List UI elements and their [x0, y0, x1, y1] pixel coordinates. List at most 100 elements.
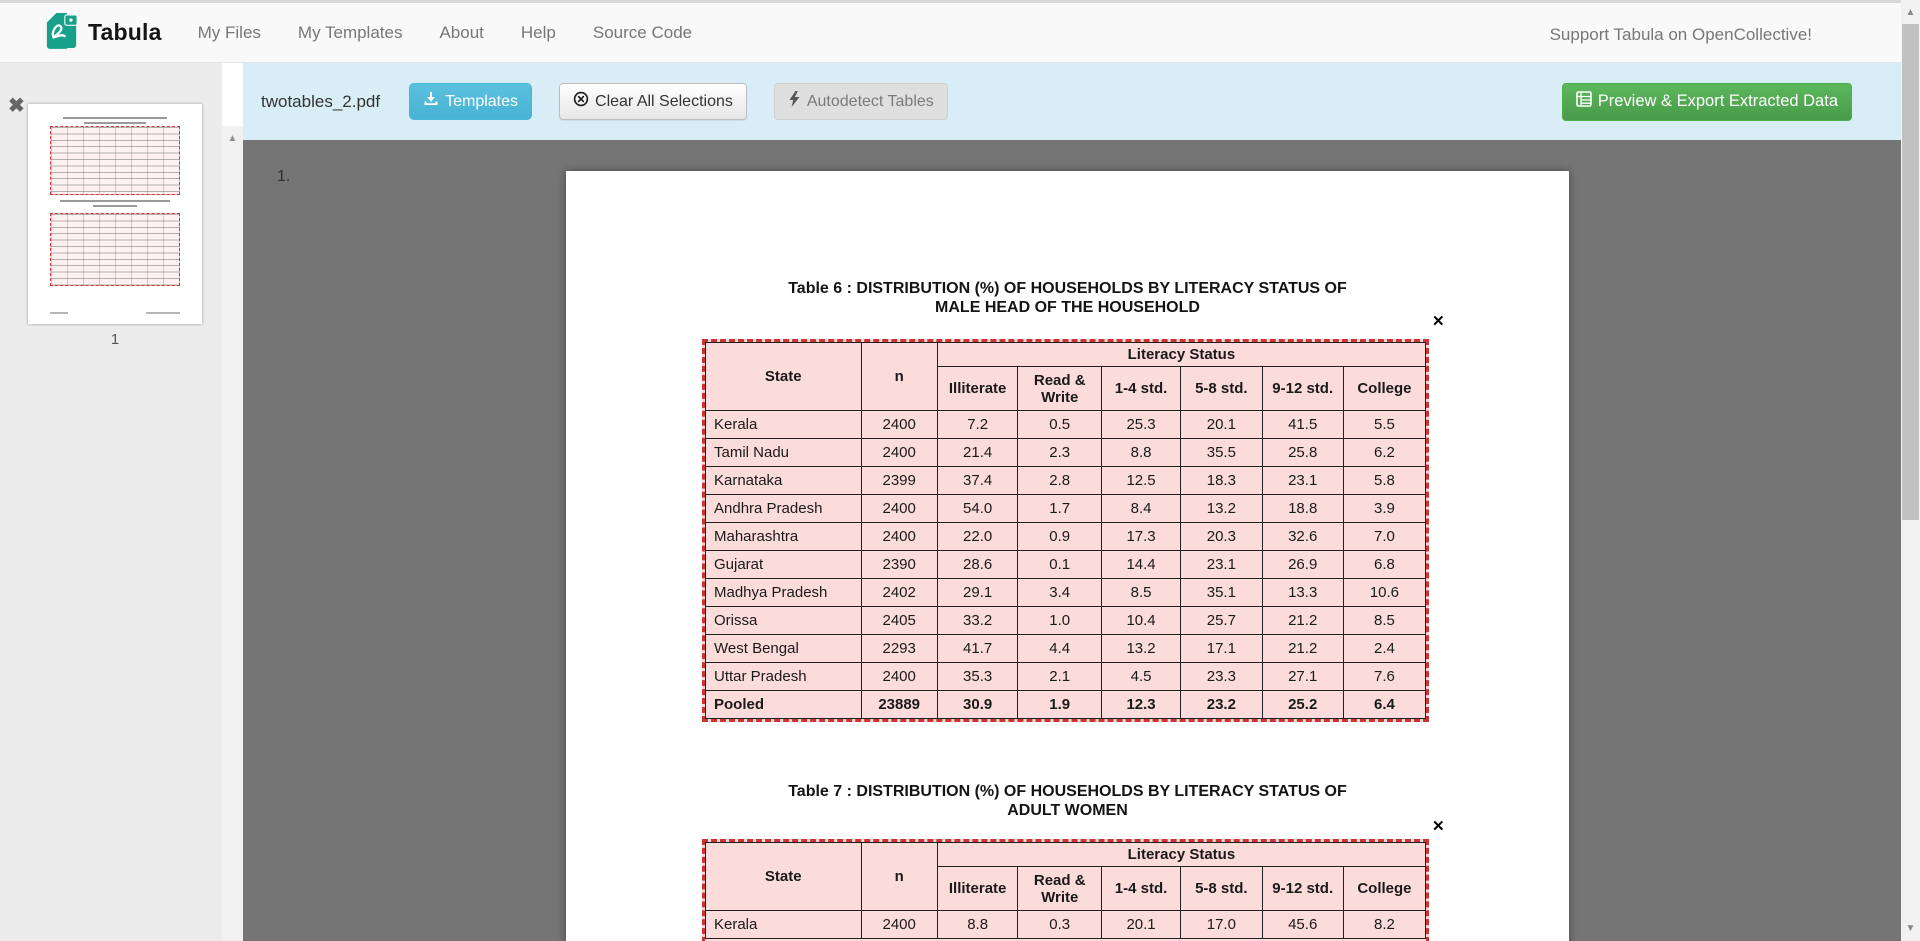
- value-cell: 22.0: [937, 523, 1018, 551]
- value-cell: 6.2: [1343, 439, 1425, 467]
- nav-my-templates[interactable]: My Templates: [298, 23, 403, 43]
- nav-links: My Files My Templates About Help Source …: [198, 23, 729, 43]
- value-cell: 27.1: [1262, 663, 1343, 691]
- state-cell: Maharashtra: [706, 523, 862, 551]
- value-cell: 35.3: [937, 663, 1018, 691]
- nav-source-code[interactable]: Source Code: [593, 23, 692, 43]
- value-cell: 8.8: [937, 911, 1018, 939]
- value-cell: 12.3: [1101, 691, 1180, 719]
- table7-col-header: College: [1343, 867, 1425, 911]
- support-link[interactable]: Support Tabula on OpenCollective!: [1550, 3, 1812, 66]
- value-cell: 2405: [861, 607, 937, 635]
- mini-title-line: [93, 205, 137, 207]
- pdf-page[interactable]: Table 6 : DISTRIBUTION (%) OF HOUSEHOLDS…: [566, 171, 1569, 941]
- table-row: Madhya Pradesh240229.13.48.535.113.310.6: [706, 579, 1426, 607]
- page-thumbnail[interactable]: [28, 104, 202, 324]
- value-cell: 0.3: [1018, 911, 1102, 939]
- clear-all-selections-button[interactable]: Clear All Selections: [559, 83, 747, 120]
- templates-button[interactable]: Templates: [409, 83, 532, 120]
- value-cell: 8.2: [1343, 911, 1425, 939]
- state-cell: Gujarat: [706, 551, 862, 579]
- autodetect-button-label: Autodetect Tables: [807, 93, 934, 111]
- state-cell: West Bengal: [706, 635, 862, 663]
- value-cell: 0.9: [1018, 523, 1102, 551]
- table-row: Uttar Pradesh240035.32.14.523.327.17.6: [706, 663, 1426, 691]
- value-cell: 25.2: [1262, 691, 1343, 719]
- table6-header-state: State: [706, 343, 862, 411]
- value-cell: 2.1: [1018, 663, 1102, 691]
- state-cell: Uttar Pradesh: [706, 663, 862, 691]
- flash-icon: [788, 91, 807, 112]
- value-cell: 5.5: [1343, 411, 1425, 439]
- mini-selection-table6: [50, 126, 180, 195]
- table6-header-n: n: [861, 343, 937, 411]
- nav-help[interactable]: Help: [521, 23, 556, 43]
- table7-header-state: State: [706, 843, 862, 911]
- value-cell: 2.8: [1018, 467, 1102, 495]
- table-row: Kerala24008.80.320.117.045.68.2: [706, 911, 1426, 939]
- preview-export-button[interactable]: Preview & Export Extracted Data: [1562, 83, 1852, 121]
- value-cell: 18.3: [1181, 467, 1262, 495]
- table6-col-header: Illiterate: [937, 367, 1018, 411]
- value-cell: 5.8: [1343, 467, 1425, 495]
- scroll-up-icon[interactable]: ▲: [222, 133, 243, 144]
- state-cell: Pooled: [706, 691, 862, 719]
- remove-circle-icon: [573, 91, 595, 112]
- nav-my-files[interactable]: My Files: [198, 23, 261, 43]
- pdf-viewer: 1. Table 6 : DISTRIBUTION (%) OF HOUSEHO…: [243, 140, 1901, 941]
- table6-selection-close-icon[interactable]: ✕: [1432, 314, 1445, 329]
- value-cell: 37.4: [937, 467, 1018, 495]
- table7-title-line1: Table 7 : DISTRIBUTION (%) OF HOUSEHOLDS…: [566, 782, 1569, 801]
- value-cell: 25.7: [1181, 607, 1262, 635]
- value-cell: 2400: [861, 663, 937, 691]
- table-row: Maharashtra240022.00.917.320.332.67.0: [706, 523, 1426, 551]
- table7-title: Table 7 : DISTRIBUTION (%) OF HOUSEHOLDS…: [566, 782, 1569, 820]
- value-cell: 4.4: [1018, 635, 1102, 663]
- table6-col-header: Read & Write: [1018, 367, 1102, 411]
- nav-about[interactable]: About: [439, 23, 483, 43]
- value-cell: 21.2: [1262, 607, 1343, 635]
- state-cell: Orissa: [706, 607, 862, 635]
- remove-page-icon[interactable]: ✖: [8, 96, 25, 116]
- table-row: Gujarat239028.60.114.423.126.96.8: [706, 551, 1426, 579]
- value-cell: 8.5: [1101, 579, 1180, 607]
- state-cell: Madhya Pradesh: [706, 579, 862, 607]
- templates-button-label: Templates: [445, 93, 518, 111]
- table7-selection[interactable]: State n Literacy Status Illiterate Read …: [702, 839, 1429, 941]
- value-cell: 0.1: [1018, 551, 1102, 579]
- value-cell: 0.5: [1018, 411, 1102, 439]
- value-cell: 14.4: [1101, 551, 1180, 579]
- table6-selection[interactable]: State n Literacy Status Illiterate Read …: [702, 339, 1429, 722]
- value-cell: 1.0: [1018, 607, 1102, 635]
- value-cell: 41.7: [937, 635, 1018, 663]
- mini-title-line: [60, 200, 170, 202]
- mini-selection-table7: [50, 213, 180, 286]
- table-row: Pooled2388930.91.912.323.225.26.4: [706, 691, 1426, 719]
- table7-selection-close-icon[interactable]: ✕: [1432, 819, 1445, 834]
- value-cell: 7.6: [1343, 663, 1425, 691]
- value-cell: 2390: [861, 551, 937, 579]
- state-cell: Karnataka: [706, 467, 862, 495]
- table6-col-header: 1-4 std.: [1101, 367, 1180, 411]
- value-cell: 3.4: [1018, 579, 1102, 607]
- value-cell: 18.8: [1262, 495, 1343, 523]
- autodetect-tables-button[interactable]: Autodetect Tables: [774, 83, 948, 120]
- table6-group-header: Literacy Status: [937, 343, 1425, 367]
- brand[interactable]: Tabula: [45, 9, 162, 56]
- tabula-logo-icon: [45, 9, 79, 56]
- clear-button-label: Clear All Selections: [595, 93, 733, 111]
- value-cell: 13.2: [1181, 495, 1262, 523]
- scrollbar-thumb[interactable]: [1902, 24, 1919, 520]
- sidebar-scrollbar[interactable]: ▲ ▼: [222, 126, 243, 941]
- thumbnail-page-number: 1: [28, 331, 202, 348]
- value-cell: 41.5: [1262, 411, 1343, 439]
- mini-title-line: [63, 117, 167, 119]
- value-cell: 8.5: [1343, 607, 1425, 635]
- table7-col-header: 9-12 std.: [1262, 867, 1343, 911]
- value-cell: 10.4: [1101, 607, 1180, 635]
- state-cell: Kerala: [706, 411, 862, 439]
- scroll-down-icon[interactable]: ▼: [1901, 923, 1920, 934]
- window-scrollbar[interactable]: ▲ ▼: [1901, 0, 1920, 941]
- value-cell: 6.4: [1343, 691, 1425, 719]
- scroll-up-icon[interactable]: ▲: [1901, 7, 1920, 18]
